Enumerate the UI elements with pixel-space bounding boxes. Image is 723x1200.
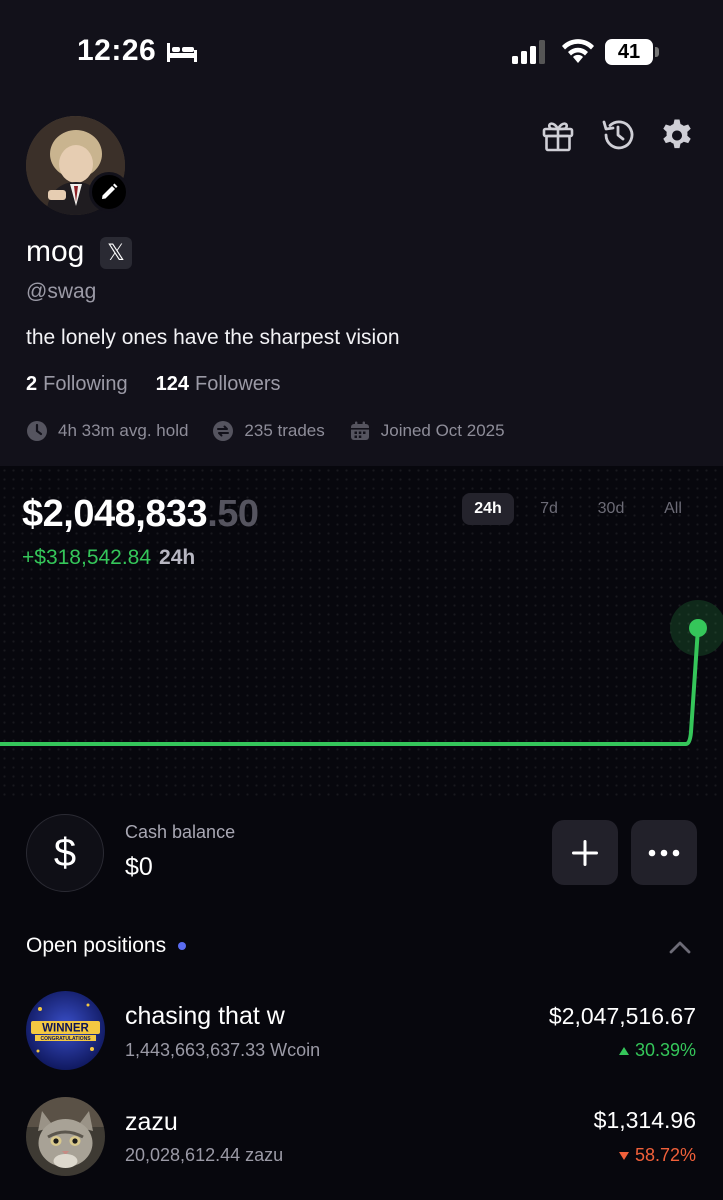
follow-stats: 2 Following 124 Followers bbox=[26, 373, 281, 396]
portfolio-chart[interactable] bbox=[0, 590, 723, 760]
joined-stat: Joined Oct 2025 bbox=[349, 420, 505, 442]
chart-current-point bbox=[689, 619, 707, 637]
more-options-button[interactable] bbox=[631, 820, 697, 885]
gear-icon[interactable] bbox=[659, 117, 695, 153]
profile-handle: @swag bbox=[26, 280, 97, 303]
more-icon bbox=[648, 849, 680, 856]
followers-link[interactable]: 124 Followers bbox=[156, 373, 281, 396]
joined-text: Joined Oct 2025 bbox=[380, 421, 505, 440]
wifi-icon bbox=[562, 39, 594, 63]
position-name[interactable]: zazu bbox=[125, 1108, 178, 1137]
swap-icon bbox=[213, 421, 234, 441]
clock-icon bbox=[27, 421, 47, 441]
position-amount: 1,443,663,637.33 Wcoin bbox=[125, 1040, 321, 1060]
cat-logo-image bbox=[26, 1097, 105, 1176]
position-name[interactable]: chasing that w bbox=[125, 1002, 285, 1031]
battery-tip bbox=[655, 47, 659, 57]
plus-icon bbox=[572, 839, 598, 866]
add-cash-button[interactable] bbox=[552, 820, 618, 885]
change-period: 24h bbox=[159, 546, 196, 569]
position-value: $1,314.96 bbox=[593, 1107, 696, 1133]
bed-icon bbox=[167, 43, 197, 62]
position-change: 58.72% bbox=[618, 1145, 696, 1166]
following-count: 2 bbox=[26, 373, 38, 395]
position-value: $2,047,516.67 bbox=[548, 1003, 696, 1029]
position-logo-zazu[interactable] bbox=[26, 1097, 105, 1176]
profile-meta: 4h 33m avg. hold 235 trades Joined Oct 2… bbox=[26, 420, 529, 442]
profile-bio: the lonely ones have the sharpest vision bbox=[26, 326, 400, 349]
position-change-value: 58.72% bbox=[634, 1145, 696, 1165]
profile-name: mog bbox=[26, 235, 85, 268]
status-time: 12:26 bbox=[77, 34, 157, 67]
winner-logo-text: WINNER bbox=[42, 1023, 89, 1035]
live-indicator-dot bbox=[178, 942, 187, 950]
winner-logo-image: WINNER CONGRATULATIONS bbox=[26, 991, 105, 1070]
change-value: +$318,542.84 bbox=[22, 546, 152, 569]
avg-hold-stat: 4h 33m avg. hold bbox=[26, 420, 188, 442]
triangle-down-icon bbox=[618, 1151, 629, 1160]
portfolio-balance: $2,048,833.50 bbox=[22, 493, 259, 536]
trades-stat: 235 trades bbox=[212, 420, 325, 442]
profile-section bbox=[0, 0, 723, 466]
chevron-up-icon[interactable] bbox=[668, 937, 692, 957]
range-tab-all[interactable]: All bbox=[650, 493, 696, 525]
trades-text: 235 trades bbox=[244, 421, 325, 440]
x-link-icon[interactable]: 𝕏 bbox=[100, 237, 132, 269]
cash-balance-label: Cash balance bbox=[125, 822, 236, 842]
followers-count: 124 bbox=[155, 373, 189, 395]
following-label: Following bbox=[43, 373, 128, 395]
balance-main: $2,048,833 bbox=[22, 493, 208, 535]
open-positions-title: Open positions bbox=[26, 934, 167, 957]
edit-avatar-button[interactable] bbox=[89, 172, 129, 212]
range-tab-30d[interactable]: 30d bbox=[584, 493, 638, 525]
history-icon[interactable] bbox=[600, 117, 636, 153]
portfolio-change: +$318,542.84 24h bbox=[22, 546, 195, 570]
battery-icon: 41 bbox=[605, 39, 653, 65]
gift-icon[interactable] bbox=[540, 117, 576, 153]
followers-label: Followers bbox=[194, 373, 281, 395]
open-positions-header[interactable]: Open positions bbox=[26, 934, 187, 958]
avg-hold-text: 4h 33m avg. hold bbox=[58, 421, 189, 440]
cash-balance-value: $0 bbox=[125, 853, 153, 881]
chart-series-line bbox=[0, 627, 700, 746]
calendar-icon bbox=[350, 421, 369, 440]
following-link[interactable]: 2 Following bbox=[26, 373, 128, 396]
dollar-icon: $ bbox=[26, 814, 104, 892]
triangle-up-icon bbox=[618, 1046, 629, 1055]
balance-cents: .50 bbox=[207, 493, 259, 535]
pencil-icon bbox=[102, 183, 118, 199]
position-change-value: 30.39% bbox=[634, 1040, 696, 1060]
range-tab-7d[interactable]: 7d bbox=[526, 493, 572, 525]
position-change: 30.39% bbox=[618, 1040, 696, 1061]
signal-icon bbox=[512, 40, 545, 64]
position-logo-winner[interactable]: WINNER CONGRATULATIONS bbox=[26, 991, 105, 1070]
winner-logo-subtext: CONGRATULATIONS bbox=[40, 1036, 91, 1042]
position-amount: 20,028,612.44 zazu bbox=[125, 1145, 284, 1165]
range-tab-24h[interactable]: 24h bbox=[462, 493, 514, 525]
